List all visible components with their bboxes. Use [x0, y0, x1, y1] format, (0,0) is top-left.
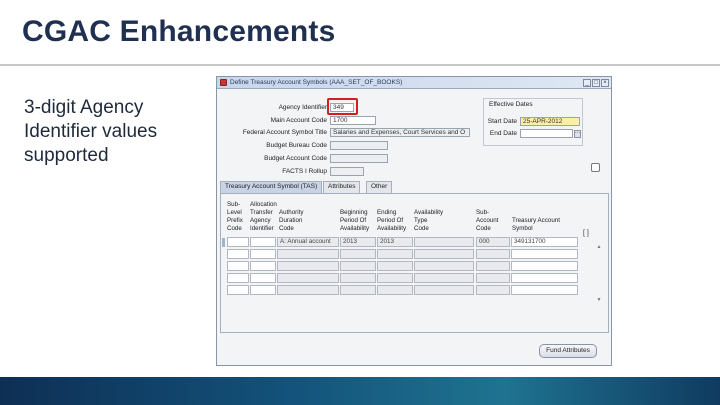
grid-cell[interactable]	[414, 261, 474, 271]
grid-cell[interactable]	[511, 249, 578, 259]
grid-cell[interactable]	[277, 273, 339, 283]
effective-dates-title: Effective Dates	[489, 101, 533, 108]
grid-cell[interactable]	[250, 285, 276, 295]
agency-identifier-highlight	[327, 98, 358, 115]
grid-cell[interactable]	[227, 249, 249, 259]
grid-cell[interactable]	[377, 261, 413, 271]
grid-cell[interactable]	[377, 273, 413, 283]
grid-cell[interactable]	[340, 249, 376, 259]
title-divider	[0, 64, 720, 66]
tab-attributes[interactable]: Attributes	[323, 181, 361, 193]
end-date-field[interactable]	[520, 129, 573, 138]
grid-cell[interactable]	[250, 273, 276, 283]
ending-period-header: Ending Period Of Availability	[377, 209, 407, 232]
maximize-icon[interactable]: □	[592, 79, 600, 87]
grid-cell[interactable]	[277, 249, 339, 259]
grid-cell[interactable]	[277, 285, 339, 295]
grid-cell[interactable]: 2013	[377, 237, 413, 247]
sub-level-prefix-header: Sub- Level Prefix Code	[227, 201, 243, 232]
grid-cell[interactable]: A: Annual account	[277, 237, 339, 247]
agency-identifier-label: Agency Identifier	[278, 104, 327, 111]
grid-cell[interactable]	[227, 237, 249, 247]
budget-account-code-field[interactable]	[330, 154, 388, 163]
grid-cell[interactable]	[227, 273, 249, 283]
tas-header: Treasury Account Symbol	[512, 217, 560, 232]
grid-cell[interactable]	[227, 285, 249, 295]
federal-account-symbol-title-label: Federal Account Symbol Title	[242, 129, 327, 136]
window-title-bar[interactable]: Define Treasury Account Symbols (AAA_SET…	[217, 77, 611, 89]
current-record-indicator	[222, 238, 225, 247]
grid-cell[interactable]	[414, 285, 474, 295]
grid-cell[interactable]	[277, 261, 339, 271]
federal-account-symbol-title-field[interactable]: Salaries and Expenses, Court Services an…	[330, 128, 470, 137]
grid-cell[interactable]: 349131700	[511, 237, 578, 247]
grid-cell[interactable]	[414, 273, 474, 283]
budget-bureau-code-label: Budget Bureau Code	[266, 142, 327, 149]
close-icon[interactable]: ×	[601, 79, 609, 87]
grid-cell[interactable]	[511, 273, 578, 283]
facts-i-rollup-label: FACTS I Rollup	[282, 168, 327, 175]
grid-cell[interactable]	[377, 249, 413, 259]
start-date-field[interactable]: 25-APR-2012	[520, 117, 580, 126]
start-date-label: Start Date	[487, 118, 517, 125]
descriptive-flexfield-checkbox[interactable]	[591, 163, 600, 172]
allocation-transfer-header: Allocation Transfer Agency Identifier	[250, 201, 277, 232]
grid-cell[interactable]	[340, 285, 376, 295]
budget-bureau-code-field[interactable]	[330, 141, 388, 150]
minimize-icon[interactable]: _	[583, 79, 591, 87]
treasury-account-symbols-window: Define Treasury Account Symbols (AAA_SET…	[216, 76, 612, 366]
grid-cell[interactable]	[414, 237, 474, 247]
tab-other[interactable]: Other	[366, 181, 393, 193]
end-date-label: End Date	[489, 130, 517, 137]
window-title: Define Treasury Account Symbols (AAA_SET…	[230, 79, 403, 86]
slide-title: CGAC Enhancements	[22, 15, 336, 48]
grid-cell[interactable]	[250, 249, 276, 259]
date-picker-icon[interactable]: ···	[574, 130, 581, 138]
oracle-app-icon	[220, 79, 227, 86]
grid-cell[interactable]	[250, 237, 276, 247]
grid-cell[interactable]	[340, 273, 376, 283]
grid-cell[interactable]	[476, 285, 510, 295]
grid-cell[interactable]	[340, 261, 376, 271]
grid-cell[interactable]	[476, 249, 510, 259]
grid-cell[interactable]	[377, 285, 413, 295]
folder-bracket-button[interactable]: [ ]	[583, 230, 589, 237]
authority-duration-header: Authority Duration Code	[279, 209, 304, 232]
grid-cell[interactable]: 000	[476, 237, 510, 247]
grid-cell[interactable]	[476, 261, 510, 271]
sub-account-header: Sub- Account Code	[476, 209, 499, 232]
availability-type-header: Availability Type Code	[414, 209, 444, 232]
grid-cell[interactable]	[511, 285, 578, 295]
beginning-period-header: Beginning Period Of Availability	[340, 209, 370, 232]
footer-band	[0, 377, 720, 405]
grid-cell[interactable]	[227, 261, 249, 271]
grid-cell[interactable]	[414, 249, 474, 259]
tab-treasury-account-symbol[interactable]: Treasury Account Symbol (TAS)	[220, 181, 323, 193]
budget-account-code-label: Budget Account Code	[264, 155, 327, 162]
grid-cell[interactable]	[250, 261, 276, 271]
fund-attributes-button[interactable]: Fund Attributes	[539, 344, 597, 358]
main-account-code-field[interactable]: 1700	[330, 116, 376, 125]
grid-scrollbar[interactable]: ▲ ▼	[596, 245, 602, 303]
bullet-text: 3-digit Agency Identifier values support…	[24, 97, 158, 166]
grid-cell[interactable]	[511, 261, 578, 271]
grid-cell[interactable]: 2013	[340, 237, 376, 247]
facts-i-rollup-field[interactable]	[330, 167, 364, 176]
grid-cell[interactable]	[476, 273, 510, 283]
main-account-code-label: Main Account Code	[270, 117, 327, 124]
